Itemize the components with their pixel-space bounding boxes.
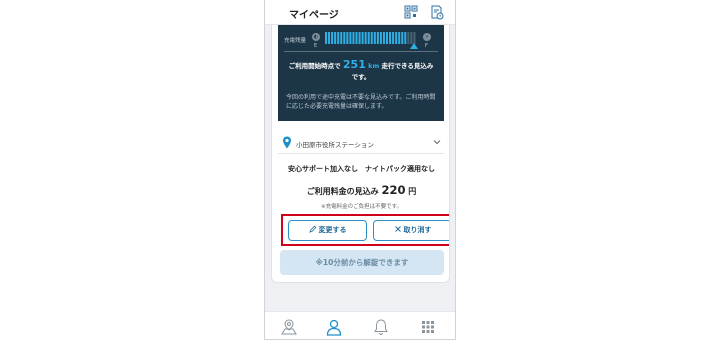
battery-segment xyxy=(395,32,398,44)
battery-full-label: F xyxy=(425,43,428,49)
range-unit: km xyxy=(368,62,380,70)
battery-segment xyxy=(386,32,388,44)
battery-segment xyxy=(367,32,370,44)
range-line2: です。 xyxy=(351,73,371,81)
battery-empty-label: E xyxy=(314,43,318,49)
battery-segment xyxy=(392,32,395,44)
charge-note: 今回の利用で途中充電は不要な見込みです。ご利用時間に応じた必要充電残量は確保しま… xyxy=(286,94,436,110)
fee-unit: 円 xyxy=(408,187,417,196)
battery-marker-icon xyxy=(410,43,418,49)
battery-segment xyxy=(328,32,331,44)
battery-segment xyxy=(379,32,382,44)
battery-segment xyxy=(355,32,358,44)
action-highlight-box: 変更する 取り消す xyxy=(281,214,449,246)
battery-segment xyxy=(361,32,364,44)
pencil-icon xyxy=(308,225,316,233)
station-name: 小田原市役所ステーション xyxy=(296,141,374,149)
user-icon[interactable] xyxy=(325,318,343,336)
battery-segment xyxy=(389,32,392,44)
change-button[interactable]: 変更する xyxy=(288,220,367,241)
chevron-down-icon[interactable] xyxy=(432,137,442,147)
divider xyxy=(284,51,438,52)
battery-segment xyxy=(376,32,379,44)
full-icon: ⚡ xyxy=(423,33,431,41)
unlock-button[interactable]: ※10分前から解錠できます xyxy=(280,250,444,275)
close-icon xyxy=(394,226,401,232)
station-selector[interactable]: 小田原市役所ステーション xyxy=(278,133,444,154)
cancel-button[interactable]: 取り消す xyxy=(373,220,449,241)
battery-level-bars xyxy=(325,32,416,44)
empty-icon: ◐ xyxy=(312,33,320,41)
battery-panel: 充電残量 ◐ E ⚡ F ご利用開始時点で 251 km 走行できる見込み です… xyxy=(278,25,444,121)
battery-segment xyxy=(337,32,340,44)
document-clock-icon[interactable] xyxy=(430,5,444,20)
range-suffix: 走行できる見込み xyxy=(381,62,434,70)
main-content[interactable]: 充電残量 ◐ E ⚡ F ご利用開始時点で 251 km 走行できる見込み です… xyxy=(265,25,455,311)
battery-segment xyxy=(352,32,355,44)
phone-screen: マイページ 充電残量 ◐ E ⚡ F ご利用開始時点で 251 km 走行できる… xyxy=(264,0,456,340)
fee-value: 220 xyxy=(381,183,406,197)
fee-note: ※充電料金のご負担は不要です。 xyxy=(320,204,403,210)
app-header: マイページ xyxy=(265,0,455,25)
battery-segment xyxy=(401,32,404,44)
battery-segment xyxy=(382,32,385,44)
battery-segment xyxy=(340,32,343,44)
qr-code-icon[interactable] xyxy=(404,5,418,20)
change-button-label: 変更する xyxy=(318,226,347,234)
grid-menu-icon[interactable] xyxy=(419,318,437,336)
battery-segment xyxy=(364,32,367,44)
battery-label: 充電残量 xyxy=(284,38,307,44)
plan-options: 安心サポート加入なし ナイトパック適用なし xyxy=(288,165,435,173)
range-prefix: ご利用開始時点で xyxy=(288,62,341,70)
fee-label: ご利用料金の見込み xyxy=(306,187,379,196)
battery-segment xyxy=(325,32,327,44)
battery-segment xyxy=(343,32,346,44)
battery-segment xyxy=(358,32,361,44)
battery-segment xyxy=(404,32,407,44)
bell-icon[interactable] xyxy=(372,318,390,336)
tab-bar xyxy=(265,311,455,339)
map-pin-icon[interactable] xyxy=(280,318,298,336)
page-title: マイページ xyxy=(289,10,339,21)
battery-segment xyxy=(331,32,334,44)
cancel-button-label: 取り消す xyxy=(403,226,432,234)
battery-segment xyxy=(398,32,401,44)
battery-segment xyxy=(349,32,352,44)
location-pin-icon xyxy=(283,136,291,149)
battery-segment xyxy=(373,32,376,44)
fee-estimate: ご利用料金の見込み 220 円 xyxy=(272,183,449,197)
reservation-card: 充電残量 ◐ E ⚡ F ご利用開始時点で 251 km 走行できる見込み です… xyxy=(271,25,450,283)
battery-segment xyxy=(334,32,337,44)
battery-segment xyxy=(346,32,349,44)
battery-segment xyxy=(370,32,373,44)
range-estimate: ご利用開始時点で 251 km 走行できる見込み xyxy=(278,58,444,71)
range-value: 251 xyxy=(342,58,366,71)
